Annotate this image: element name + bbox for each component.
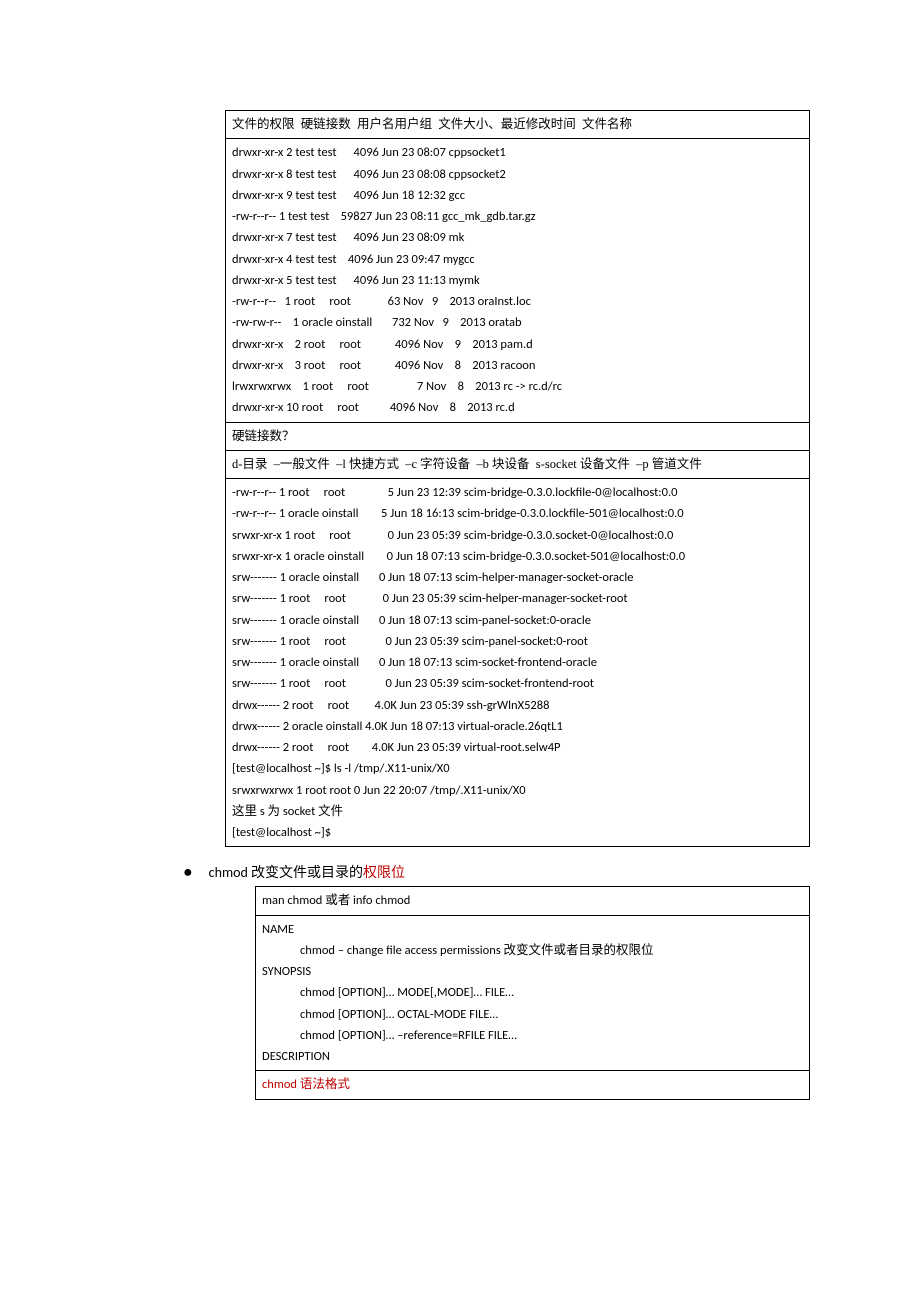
chmod-bullet-row: ● chmod 改变文件或目录的权限位 — [183, 862, 825, 882]
chmod-heading-pre: chmod 改变文件或目录的 — [209, 864, 363, 881]
hardlink-question: 硬链接数？ — [226, 422, 810, 450]
man-name-text: chmod – change file access permissions 改… — [262, 940, 803, 961]
man-syn-1: chmod [OPTION]… MODE[,MODE]… FILE… — [262, 982, 803, 1003]
man-synopsis-label: SYNOPSIS — [262, 964, 311, 979]
listing-block-2: -rw-r--r-- 1 root root 5 Jun 23 12:39 sc… — [226, 479, 810, 847]
bullet-icon: ● — [183, 865, 193, 881]
chmod-syntax-row: chmod 语法格式 — [256, 1071, 810, 1099]
listing-block-1: drwxr-xr-x 2 test test 4096 Jun 23 08:07… — [226, 139, 810, 422]
man-description-label: DESCRIPTION — [262, 1049, 330, 1064]
man-cmd-row: man chmod 或者 info chmod — [256, 887, 810, 915]
hardlink-text: 硬链接数？ — [232, 429, 295, 443]
file-listing-table: 文件的权限 硬链接数 用户名用户组 文件大小、最近修改时间 文件名称 drwxr… — [225, 110, 810, 847]
man-name-label: NAME — [262, 922, 294, 937]
man-syn-3: chmod [OPTION]… –reference=RFILE FILE… — [262, 1025, 803, 1046]
header-row: 文件的权限 硬链接数 用户名用户组 文件大小、最近修改时间 文件名称 — [226, 111, 810, 139]
chmod-heading: chmod 改变文件或目录的权限位 — [209, 862, 405, 882]
man-body-row: NAME chmod – change file access permissi… — [256, 915, 810, 1071]
filetype-legend: d-目录 –一般文件 –l 快捷方式 –c 字符设备 –b 块设备 s-sock… — [226, 450, 810, 478]
chmod-syntax-text: chmod 语法格式 — [262, 1077, 350, 1092]
man-syn-2: chmod [OPTION]… OCTAL-MODE FILE… — [262, 1004, 803, 1025]
chmod-man-table: man chmod 或者 info chmod NAME chmod – cha… — [255, 886, 810, 1099]
legend-text: d-目录 –一般文件 –l 快捷方式 –c 字符设备 –b 块设备 s-sock… — [232, 457, 702, 471]
header-text: 文件的权限 硬链接数 用户名用户组 文件大小、最近修改时间 文件名称 — [232, 117, 632, 131]
chmod-heading-red: 权限位 — [363, 864, 405, 881]
